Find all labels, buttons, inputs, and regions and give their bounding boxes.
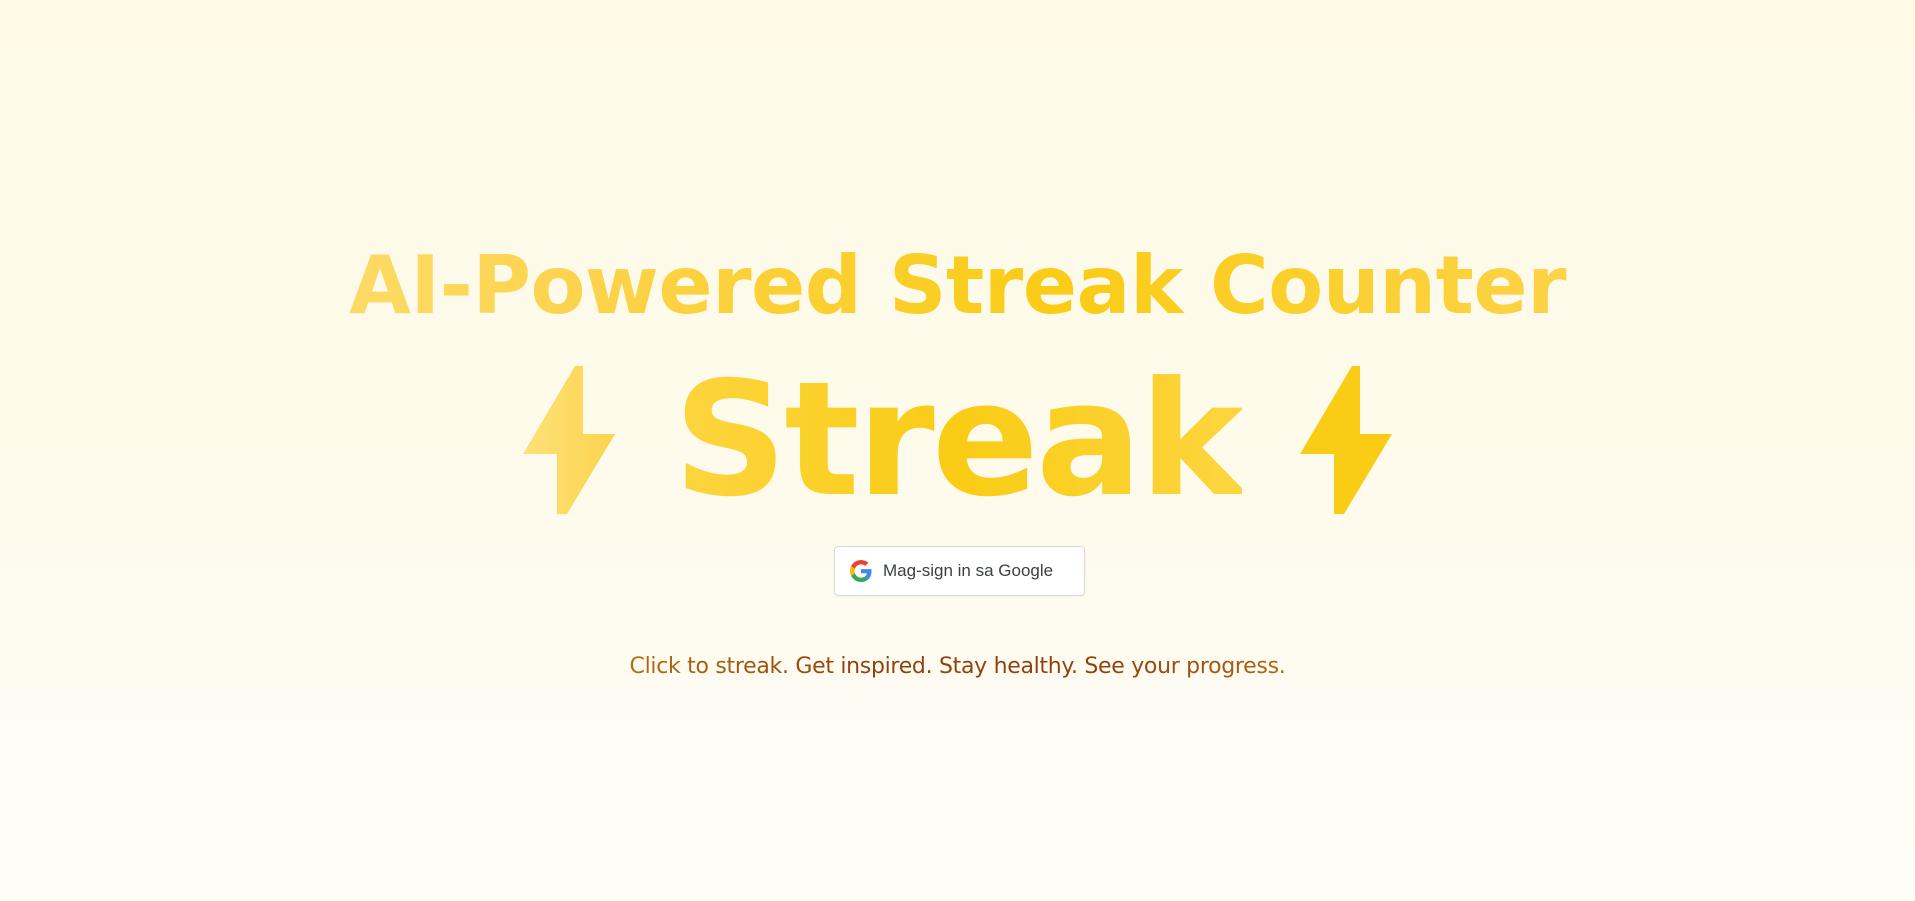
google-g-logo-icon — [850, 560, 872, 582]
landing-hero: AI-Powered Streak Counter Streak Mag-sig… — [0, 0, 1915, 901]
google-sign-in-button[interactable]: Mag-sign in sa Google — [834, 546, 1085, 596]
lightning-bolt-icon — [1299, 366, 1392, 514]
tagline: Click to streak. Get inspired. Stay heal… — [0, 651, 1915, 683]
lightning-bolt-icon — [523, 366, 616, 514]
google-sign-in-label: Mag-sign in sa Google — [883, 561, 1054, 580]
headline: AI-Powered Streak Counter — [0, 236, 1915, 336]
brand-row: Streak — [0, 360, 1915, 520]
streak-wordmark: Streak — [673, 348, 1244, 532]
